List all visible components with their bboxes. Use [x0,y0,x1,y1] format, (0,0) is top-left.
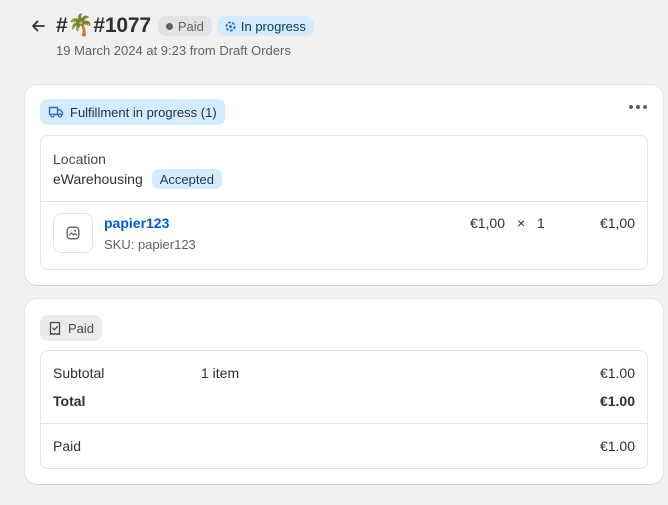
image-placeholder-icon [66,226,80,240]
product-thumbnail [53,213,93,253]
item-quantity: 1 [537,215,545,231]
paid-row: Paid €1.00 [53,438,635,458]
total-value: €1.00 [599,393,635,409]
payment-status-badge: Paid [157,16,212,36]
fulfillment-card: Fulfillment in progress (1) Location eWa… [25,85,663,285]
product-sku: SKU: papier123 [104,237,196,252]
total-row: Total €1.00 [53,393,635,413]
payment-card-status-label: Paid [68,320,95,336]
payment-summary: Subtotal 1 item €1.00 Total €1.00 Paid €… [40,350,648,469]
location-status-badge: Accepted [151,169,222,189]
order-subtitle: 19 March 2024 at 9:23 from Draft Orders [56,43,291,58]
fulfillment-details: Location eWarehousing Accepted papier123… [40,135,648,270]
subtotal-value: €1.00 [599,365,635,381]
payment-status-label: Paid [177,18,204,34]
receipt-check-icon [49,321,61,335]
total-label: Total [53,393,86,409]
location-name: eWarehousing [53,171,143,187]
item-unit-price: €1,00 [469,215,505,231]
more-horizontal-icon[interactable] [629,105,647,109]
order-status-badge: In progress [216,16,314,36]
paid-label: Paid [53,438,82,454]
product-name-link[interactable]: papier123 [104,215,169,231]
page-header: #🌴#1077 Paid In progress 19 March 2024 a… [30,12,668,62]
multiply-sign: × [517,215,526,231]
payment-card-status-badge: Paid [40,315,103,341]
line-item: papier123 SKU: papier123 €1,00 × 1 €1,00 [41,201,647,269]
page-title: #🌴#1077 [56,14,151,37]
location-row: eWarehousing Accepted [53,169,222,189]
subtotal-label: Subtotal [53,365,105,381]
in-progress-icon [225,20,236,32]
location-label: Location [53,151,106,167]
fulfillment-status-badge: Fulfillment in progress (1) [40,99,225,125]
order-status-label: In progress [240,18,306,34]
subtotal-row: Subtotal 1 item €1.00 [53,365,635,385]
dot-icon [165,22,173,30]
divider [41,423,647,424]
truck-icon [48,106,64,118]
back-arrow-icon[interactable] [30,18,46,34]
paid-value: €1.00 [599,438,635,454]
title-row: #🌴#1077 Paid In progress [56,12,314,40]
fulfillment-status-label: Fulfillment in progress (1) [70,104,217,120]
item-line-total: €1,00 [599,215,635,231]
payment-card: Paid Subtotal 1 item €1.00 Total €1.00 P… [25,299,663,484]
subtotal-detail: 1 item [201,365,240,381]
